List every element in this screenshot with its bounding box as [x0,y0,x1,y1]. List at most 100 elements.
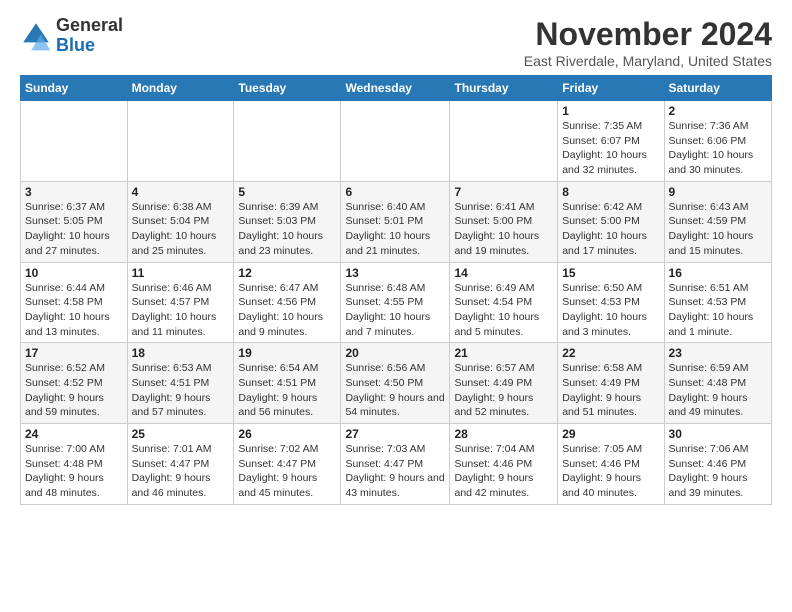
day-info: Sunrise: 7:05 AM Sunset: 4:46 PM Dayligh… [562,442,659,501]
calendar-cell: 8Sunrise: 6:42 AM Sunset: 5:00 PM Daylig… [558,181,664,262]
day-number: 28 [454,427,553,441]
month-title: November 2024 [524,16,772,53]
day-number: 23 [669,346,767,360]
day-number: 9 [669,185,767,199]
day-info: Sunrise: 6:41 AM Sunset: 5:00 PM Dayligh… [454,200,553,259]
col-sunday: Sunday [21,76,128,101]
day-info: Sunrise: 7:00 AM Sunset: 4:48 PM Dayligh… [25,442,123,501]
calendar-week-3: 17Sunrise: 6:52 AM Sunset: 4:52 PM Dayli… [21,343,772,424]
calendar-cell: 24Sunrise: 7:00 AM Sunset: 4:48 PM Dayli… [21,424,128,505]
logo-general: General [56,15,123,35]
logo-icon [20,20,52,52]
day-info: Sunrise: 6:38 AM Sunset: 5:04 PM Dayligh… [132,200,230,259]
calendar-cell: 21Sunrise: 6:57 AM Sunset: 4:49 PM Dayli… [450,343,558,424]
calendar-cell: 1Sunrise: 7:35 AM Sunset: 6:07 PM Daylig… [558,101,664,182]
day-number: 16 [669,266,767,280]
calendar-cell: 25Sunrise: 7:01 AM Sunset: 4:47 PM Dayli… [127,424,234,505]
calendar-cell: 15Sunrise: 6:50 AM Sunset: 4:53 PM Dayli… [558,262,664,343]
calendar-cell: 29Sunrise: 7:05 AM Sunset: 4:46 PM Dayli… [558,424,664,505]
col-tuesday: Tuesday [234,76,341,101]
day-info: Sunrise: 6:49 AM Sunset: 4:54 PM Dayligh… [454,281,553,340]
calendar-cell: 18Sunrise: 6:53 AM Sunset: 4:51 PM Dayli… [127,343,234,424]
calendar-cell [127,101,234,182]
calendar-cell: 5Sunrise: 6:39 AM Sunset: 5:03 PM Daylig… [234,181,341,262]
day-info: Sunrise: 7:06 AM Sunset: 4:46 PM Dayligh… [669,442,767,501]
calendar-cell: 28Sunrise: 7:04 AM Sunset: 4:46 PM Dayli… [450,424,558,505]
day-info: Sunrise: 6:42 AM Sunset: 5:00 PM Dayligh… [562,200,659,259]
day-number: 17 [25,346,123,360]
calendar-week-0: 1Sunrise: 7:35 AM Sunset: 6:07 PM Daylig… [21,101,772,182]
day-info: Sunrise: 6:47 AM Sunset: 4:56 PM Dayligh… [238,281,336,340]
calendar-header: Sunday Monday Tuesday Wednesday Thursday… [21,76,772,101]
calendar-cell: 2Sunrise: 7:36 AM Sunset: 6:06 PM Daylig… [664,101,771,182]
day-number: 25 [132,427,230,441]
calendar-week-2: 10Sunrise: 6:44 AM Sunset: 4:58 PM Dayli… [21,262,772,343]
calendar-cell: 27Sunrise: 7:03 AM Sunset: 4:47 PM Dayli… [341,424,450,505]
day-number: 19 [238,346,336,360]
day-info: Sunrise: 6:48 AM Sunset: 4:55 PM Dayligh… [345,281,445,340]
day-info: Sunrise: 7:04 AM Sunset: 4:46 PM Dayligh… [454,442,553,501]
calendar-cell: 20Sunrise: 6:56 AM Sunset: 4:50 PM Dayli… [341,343,450,424]
day-number: 3 [25,185,123,199]
calendar-cell: 26Sunrise: 7:02 AM Sunset: 4:47 PM Dayli… [234,424,341,505]
calendar-cell: 13Sunrise: 6:48 AM Sunset: 4:55 PM Dayli… [341,262,450,343]
page: General Blue November 2024 East Riverdal… [0,0,792,515]
day-info: Sunrise: 6:37 AM Sunset: 5:05 PM Dayligh… [25,200,123,259]
day-info: Sunrise: 6:43 AM Sunset: 4:59 PM Dayligh… [669,200,767,259]
day-number: 27 [345,427,445,441]
day-number: 7 [454,185,553,199]
day-info: Sunrise: 7:36 AM Sunset: 6:06 PM Dayligh… [669,119,767,178]
day-number: 22 [562,346,659,360]
day-number: 20 [345,346,445,360]
day-info: Sunrise: 7:35 AM Sunset: 6:07 PM Dayligh… [562,119,659,178]
calendar-cell: 10Sunrise: 6:44 AM Sunset: 4:58 PM Dayli… [21,262,128,343]
day-info: Sunrise: 7:01 AM Sunset: 4:47 PM Dayligh… [132,442,230,501]
day-info: Sunrise: 6:58 AM Sunset: 4:49 PM Dayligh… [562,361,659,420]
calendar-week-4: 24Sunrise: 7:00 AM Sunset: 4:48 PM Dayli… [21,424,772,505]
logo: General Blue [20,16,123,56]
calendar-cell: 30Sunrise: 7:06 AM Sunset: 4:46 PM Dayli… [664,424,771,505]
calendar-cell: 17Sunrise: 6:52 AM Sunset: 4:52 PM Dayli… [21,343,128,424]
day-info: Sunrise: 6:54 AM Sunset: 4:51 PM Dayligh… [238,361,336,420]
day-number: 6 [345,185,445,199]
header-row: Sunday Monday Tuesday Wednesday Thursday… [21,76,772,101]
day-number: 8 [562,185,659,199]
day-number: 15 [562,266,659,280]
day-info: Sunrise: 6:44 AM Sunset: 4:58 PM Dayligh… [25,281,123,340]
day-info: Sunrise: 6:57 AM Sunset: 4:49 PM Dayligh… [454,361,553,420]
day-info: Sunrise: 6:53 AM Sunset: 4:51 PM Dayligh… [132,361,230,420]
day-info: Sunrise: 6:46 AM Sunset: 4:57 PM Dayligh… [132,281,230,340]
day-number: 30 [669,427,767,441]
day-number: 4 [132,185,230,199]
calendar-cell: 3Sunrise: 6:37 AM Sunset: 5:05 PM Daylig… [21,181,128,262]
calendar-cell: 19Sunrise: 6:54 AM Sunset: 4:51 PM Dayli… [234,343,341,424]
day-info: Sunrise: 6:52 AM Sunset: 4:52 PM Dayligh… [25,361,123,420]
calendar-cell: 22Sunrise: 6:58 AM Sunset: 4:49 PM Dayli… [558,343,664,424]
col-saturday: Saturday [664,76,771,101]
calendar-cell: 6Sunrise: 6:40 AM Sunset: 5:01 PM Daylig… [341,181,450,262]
col-thursday: Thursday [450,76,558,101]
header: General Blue November 2024 East Riverdal… [20,16,772,69]
day-number: 29 [562,427,659,441]
location: East Riverdale, Maryland, United States [524,53,772,69]
calendar-cell [21,101,128,182]
day-number: 18 [132,346,230,360]
logo-blue: Blue [56,35,95,55]
day-number: 14 [454,266,553,280]
calendar-cell: 16Sunrise: 6:51 AM Sunset: 4:53 PM Dayli… [664,262,771,343]
day-info: Sunrise: 7:02 AM Sunset: 4:47 PM Dayligh… [238,442,336,501]
calendar-cell: 14Sunrise: 6:49 AM Sunset: 4:54 PM Dayli… [450,262,558,343]
day-info: Sunrise: 6:50 AM Sunset: 4:53 PM Dayligh… [562,281,659,340]
calendar-cell: 23Sunrise: 6:59 AM Sunset: 4:48 PM Dayli… [664,343,771,424]
day-number: 1 [562,104,659,118]
calendar-week-1: 3Sunrise: 6:37 AM Sunset: 5:05 PM Daylig… [21,181,772,262]
calendar-cell [234,101,341,182]
calendar: Sunday Monday Tuesday Wednesday Thursday… [20,75,772,505]
col-friday: Friday [558,76,664,101]
day-number: 13 [345,266,445,280]
calendar-cell [341,101,450,182]
title-block: November 2024 East Riverdale, Maryland, … [524,16,772,69]
day-number: 26 [238,427,336,441]
calendar-body: 1Sunrise: 7:35 AM Sunset: 6:07 PM Daylig… [21,101,772,505]
day-number: 5 [238,185,336,199]
